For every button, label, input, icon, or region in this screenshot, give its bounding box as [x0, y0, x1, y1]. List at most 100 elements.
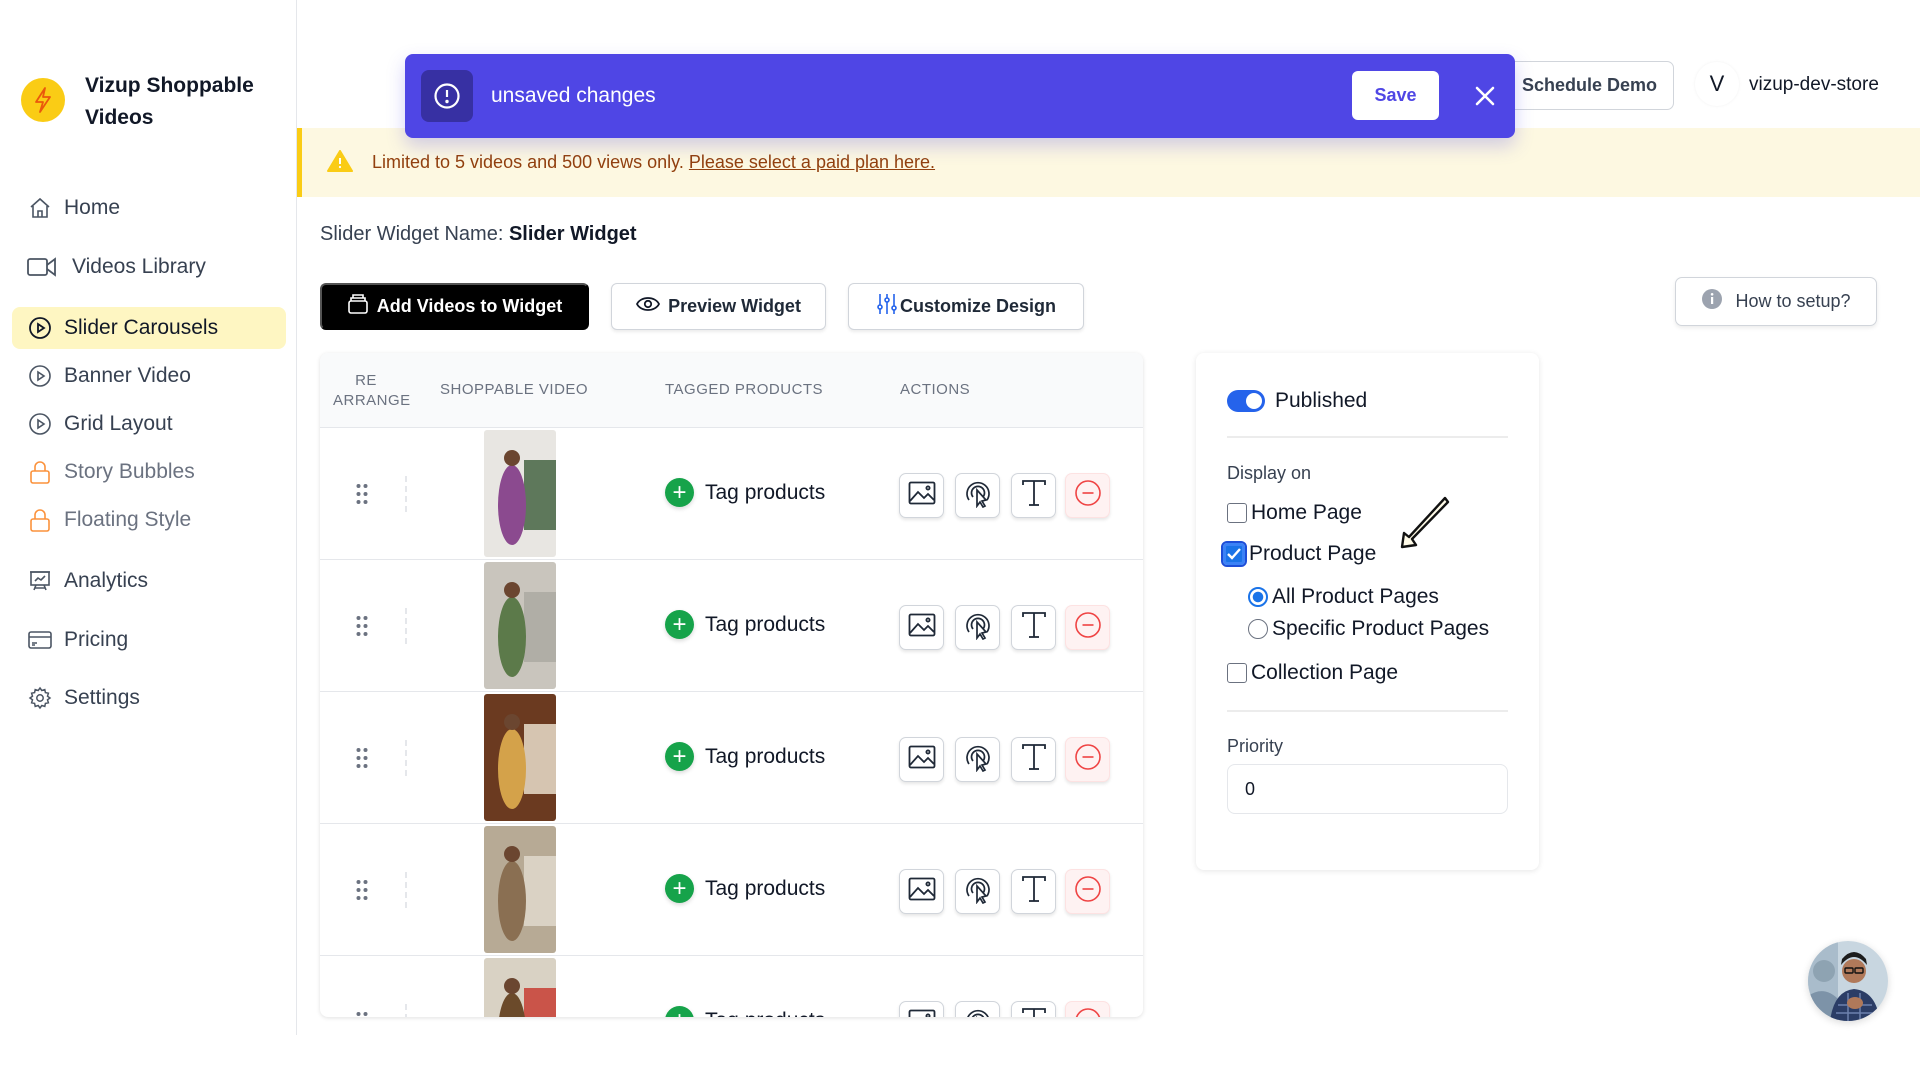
checkbox-unchecked[interactable]: [1227, 663, 1247, 683]
sidebar-item-label: Analytics: [64, 569, 149, 592]
remove-video-button[interactable]: [1065, 1001, 1110, 1017]
minus-circle-icon: [1074, 743, 1102, 776]
play-circle-icon: [27, 363, 53, 389]
sidebar-item-banner-video[interactable]: Banner Video: [12, 355, 286, 397]
tag-products-button[interactable]: + Tag products: [665, 742, 825, 771]
sidebar-item-slider-carousels[interactable]: Slider Carousels: [12, 307, 286, 349]
how-to-setup-button[interactable]: How to setup?: [1675, 277, 1877, 326]
remove-video-button[interactable]: [1065, 737, 1110, 782]
cta-click-button[interactable]: [955, 1001, 1000, 1017]
minus-circle-icon: [1074, 479, 1102, 512]
minus-circle-icon: [1074, 611, 1102, 644]
sidebar-item-pricing[interactable]: Pricing: [12, 619, 286, 661]
tag-products-button[interactable]: + Tag products: [665, 874, 825, 903]
text-overlay-button[interactable]: [1011, 1001, 1056, 1017]
cta-click-button[interactable]: [955, 737, 1000, 782]
product-page-checkbox[interactable]: Product Page: [1221, 541, 1376, 567]
thumbnail-image-button[interactable]: [899, 605, 944, 650]
video-thumbnail[interactable]: [484, 694, 556, 821]
presentation-chart-icon: [27, 568, 53, 594]
customize-design-button[interactable]: Customize Design: [848, 283, 1084, 330]
home-page-checkbox[interactable]: Home Page: [1227, 501, 1362, 525]
video-thumbnail[interactable]: [484, 958, 556, 1017]
close-icon[interactable]: [1465, 76, 1505, 116]
sidebar-item-story-bubbles[interactable]: Story Bubbles: [12, 451, 286, 493]
sidebar-item-floating-style[interactable]: Floating Style: [12, 499, 286, 541]
tag-products-button[interactable]: + Tag products: [665, 1006, 825, 1017]
play-circle-icon: [27, 411, 53, 437]
drag-handle-icon[interactable]: [356, 1011, 368, 1017]
published-toggle[interactable]: [1227, 390, 1265, 412]
checkbox-unchecked[interactable]: [1227, 503, 1247, 523]
sidebar-item-label: Videos Library: [72, 255, 206, 278]
cta-click-button[interactable]: [955, 473, 1000, 518]
table-row: + Tag products: [320, 692, 1143, 824]
remove-video-button[interactable]: [1065, 473, 1110, 518]
priority-label: Priority: [1227, 736, 1284, 756]
text-overlay-button[interactable]: [1011, 869, 1056, 914]
paid-plan-link[interactable]: Please select a paid plan here.: [689, 152, 935, 172]
video-thumbnail[interactable]: [484, 430, 556, 557]
sliders-icon: [876, 293, 898, 320]
schedule-demo-button[interactable]: Schedule Demo: [1497, 61, 1674, 110]
thumbnail-image-button[interactable]: [899, 473, 944, 518]
user-avatar[interactable]: V: [1695, 62, 1739, 106]
remove-video-button[interactable]: [1065, 605, 1110, 650]
credit-card-icon: [27, 627, 53, 653]
plus-icon: +: [665, 742, 694, 771]
remove-video-button[interactable]: [1065, 869, 1110, 914]
minus-circle-icon: [1074, 1007, 1102, 1017]
col-tagged-products: TAGGED PRODUCTS: [665, 381, 824, 398]
tag-products-button[interactable]: + Tag products: [665, 610, 825, 639]
sidebar-item-home[interactable]: Home: [12, 187, 286, 229]
sidebar-item-label: Grid Layout: [64, 412, 173, 435]
thumbnail-image-button[interactable]: [899, 869, 944, 914]
divider: [405, 740, 407, 776]
image-icon: [908, 481, 936, 510]
table-header: RE ARRANGE SHOPPABLE VIDEO TAGGED PRODUC…: [320, 353, 1143, 428]
collection-page-checkbox[interactable]: Collection Page: [1227, 661, 1398, 685]
video-thumbnail[interactable]: [484, 562, 556, 689]
priority-input[interactable]: [1227, 764, 1508, 814]
save-button[interactable]: Save: [1352, 71, 1439, 120]
drag-handle-icon[interactable]: [356, 747, 368, 769]
plan-limit-warning: Limited to 5 videos and 500 views only. …: [297, 128, 1920, 197]
drag-handle-icon[interactable]: [356, 483, 368, 505]
image-icon: [908, 877, 936, 906]
text-overlay-button[interactable]: [1011, 737, 1056, 782]
click-pointer-icon: [964, 874, 992, 909]
radio-unselected[interactable]: [1248, 619, 1268, 639]
drag-handle-icon[interactable]: [356, 879, 368, 901]
tag-products-label: Tag products: [705, 480, 826, 504]
sidebar-item-videos-library[interactable]: Videos Library: [12, 246, 286, 288]
store-name[interactable]: vizup-dev-store: [1749, 74, 1879, 96]
sidebar-item-label: Slider Carousels: [64, 316, 219, 339]
thumbnail-image-button[interactable]: [899, 737, 944, 782]
text-overlay-button[interactable]: [1011, 605, 1056, 650]
display-on-label: Display on: [1227, 463, 1312, 483]
sidebar-item-analytics[interactable]: Analytics: [12, 560, 286, 602]
widget-settings-panel: Published Display on Home Page Product P…: [1196, 353, 1539, 870]
text-overlay-button[interactable]: [1011, 473, 1056, 518]
sidebar-item-settings[interactable]: Settings: [12, 677, 286, 719]
specific-product-pages-radio[interactable]: Specific Product Pages: [1248, 617, 1489, 641]
all-product-pages-radio[interactable]: All Product Pages: [1248, 585, 1439, 609]
cta-click-button[interactable]: [955, 869, 1000, 914]
sidebar-item-grid-layout[interactable]: Grid Layout: [12, 403, 286, 445]
checkbox-checked[interactable]: [1221, 541, 1247, 567]
col-rearrange-2: ARRANGE: [333, 392, 411, 409]
col-shoppable-video: SHOPPABLE VIDEO: [440, 381, 589, 398]
video-thumbnail[interactable]: [484, 826, 556, 953]
plus-icon: +: [665, 478, 694, 507]
sidebar-item-label: Pricing: [64, 628, 129, 651]
cta-click-button[interactable]: [955, 605, 1000, 650]
add-videos-button[interactable]: Add Videos to Widget: [320, 283, 589, 330]
thumbnail-image-button[interactable]: [899, 1001, 944, 1017]
radio-selected[interactable]: [1248, 587, 1268, 607]
support-chat-avatar[interactable]: [1808, 941, 1888, 1021]
preview-widget-button[interactable]: Preview Widget: [611, 283, 826, 330]
video-camera-icon: [27, 254, 57, 280]
drag-handle-icon[interactable]: [356, 615, 368, 637]
tag-products-button[interactable]: + Tag products: [665, 478, 825, 507]
archive-box-icon: [347, 293, 369, 320]
